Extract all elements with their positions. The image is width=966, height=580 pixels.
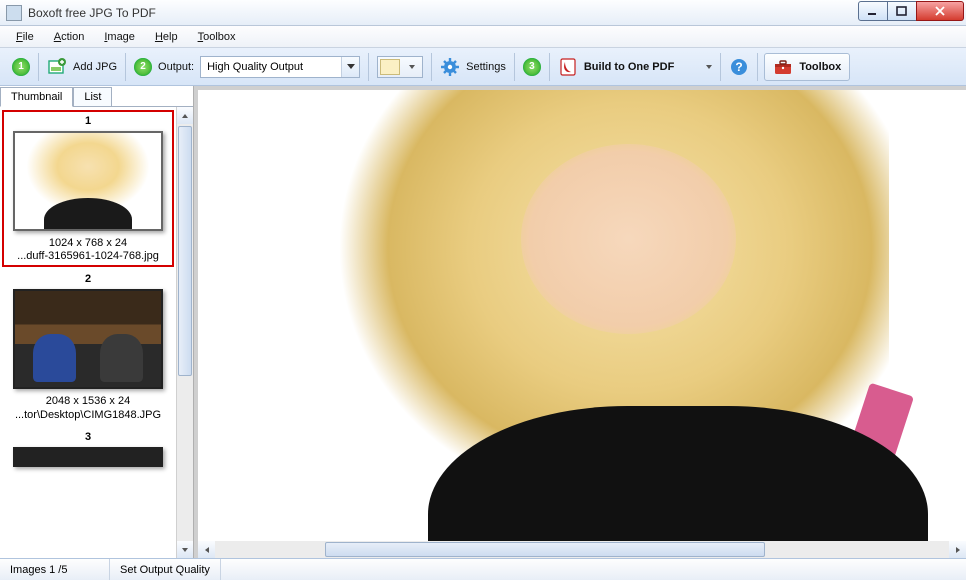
help-button[interactable]: ? (723, 53, 755, 81)
thumbnail-dimensions: 1024 x 768 x 24 (5, 237, 171, 250)
preview-pane (194, 86, 966, 558)
toolbox-button[interactable]: Toolbox (764, 53, 850, 81)
add-image-icon (47, 57, 67, 77)
titlebar: Boxoft free JPG To PDF (0, 0, 966, 26)
build-pdf-button[interactable]: Build to One PDF (552, 53, 718, 81)
app-icon (6, 5, 22, 21)
scroll-track[interactable] (215, 541, 949, 558)
chevron-down-icon (404, 58, 420, 76)
window-controls (859, 1, 964, 21)
tab-thumbnail[interactable]: Thumbnail (0, 87, 73, 107)
preview-horizontal-scrollbar[interactable] (198, 541, 966, 558)
thumbnail-number: 1 (5, 113, 171, 129)
thumbnail-number: 3 (4, 429, 172, 445)
left-tabs: Thumbnail List (0, 86, 193, 107)
minimize-button[interactable] (858, 1, 888, 21)
status-hint: Set Output Quality (110, 559, 221, 580)
scroll-thumb[interactable] (325, 542, 765, 557)
preview-image (198, 90, 966, 541)
color-swatch (380, 59, 400, 75)
scroll-track[interactable] (177, 124, 193, 541)
close-button[interactable] (916, 1, 964, 21)
settings-label: Settings (466, 61, 506, 73)
step-badge-3: 3 (523, 58, 541, 76)
tab-list[interactable]: List (73, 87, 112, 107)
background-color-picker[interactable] (377, 56, 423, 78)
toolbar: 1 Add JPG 2 Output: High Quality Output … (0, 48, 966, 86)
thumbnail-image (13, 447, 163, 467)
chevron-down-icon (706, 65, 712, 69)
thumbnail-list: 1 1024 x 768 x 24 ...duff-3165961-1024-7… (0, 107, 176, 558)
help-icon: ? (729, 57, 749, 77)
step-badge-2: 2 (134, 58, 152, 76)
output-select-value: High Quality Output (201, 61, 341, 73)
output-label: Output: (158, 61, 194, 73)
left-pane: Thumbnail List 1 1024 x 768 x 24 ...duff… (0, 86, 194, 558)
output-select[interactable]: High Quality Output (200, 56, 360, 78)
thumbnail-item[interactable]: 3 (2, 427, 174, 476)
thumbnail-filename: ...tor\Desktop\CIMG1848.JPG (4, 409, 172, 422)
scroll-thumb[interactable] (178, 126, 192, 376)
menu-toolbox[interactable]: Toolbox (190, 29, 244, 45)
add-jpg-label: Add JPG (73, 61, 117, 73)
window-title: Boxoft free JPG To PDF (28, 6, 859, 20)
chevron-down-icon (341, 57, 359, 77)
thumbnail-image (13, 289, 163, 389)
pdf-icon (558, 57, 578, 77)
scroll-down-button[interactable] (177, 541, 193, 558)
thumbnail-scroll: 1 1024 x 768 x 24 ...duff-3165961-1024-7… (0, 107, 193, 558)
step-badge-1: 1 (12, 58, 30, 76)
svg-text:?: ? (736, 60, 743, 74)
menu-image[interactable]: Image (96, 29, 143, 45)
menu-file[interactable]: File (8, 29, 42, 45)
menu-action[interactable]: Action (46, 29, 93, 45)
thumbnail-item[interactable]: 1 1024 x 768 x 24 ...duff-3165961-1024-7… (2, 110, 174, 267)
maximize-button[interactable] (887, 1, 917, 21)
scroll-up-button[interactable] (177, 107, 193, 124)
statusbar: Images 1 /5 Set Output Quality (0, 558, 966, 580)
thumbnail-filename: ...duff-3165961-1024-768.jpg (5, 250, 171, 263)
scroll-right-button[interactable] (949, 541, 966, 558)
thumbnail-number: 2 (4, 271, 172, 287)
thumbnail-dimensions: 2048 x 1536 x 24 (4, 395, 172, 408)
build-label: Build to One PDF (584, 61, 674, 73)
add-jpg-button[interactable]: Add JPG (41, 53, 123, 81)
thumbnail-scrollbar[interactable] (176, 107, 193, 558)
menubar: File Action Image Help Toolbox (0, 26, 966, 48)
toolbox-label: Toolbox (799, 61, 841, 73)
menu-help[interactable]: Help (147, 29, 186, 45)
status-image-count: Images 1 /5 (0, 559, 110, 580)
main-area: Thumbnail List 1 1024 x 768 x 24 ...duff… (0, 86, 966, 558)
gear-icon (440, 57, 460, 77)
thumbnail-image (13, 131, 163, 231)
scroll-left-button[interactable] (198, 541, 215, 558)
thumbnail-item[interactable]: 2 2048 x 1536 x 24 ...tor\Desktop\CIMG18… (2, 269, 174, 424)
toolbox-icon (773, 57, 793, 77)
settings-button[interactable]: Settings (434, 53, 512, 81)
